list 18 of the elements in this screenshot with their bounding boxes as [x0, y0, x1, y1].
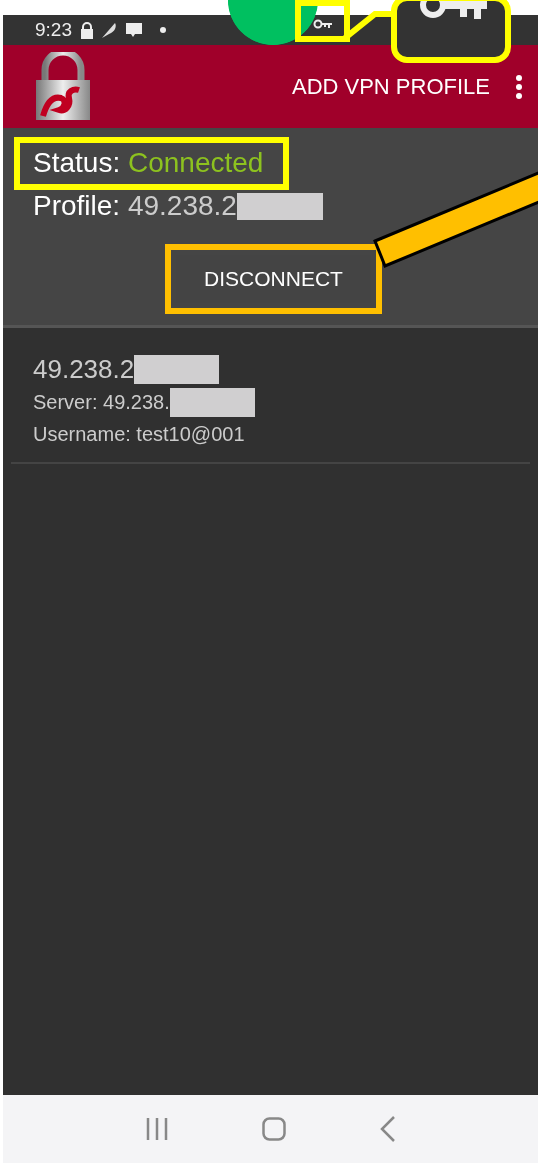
clock-time: 9:23 — [35, 19, 72, 41]
dot-icon — [160, 27, 166, 33]
profile-name: 49.238.2 — [33, 353, 135, 386]
feather-icon — [100, 21, 118, 39]
back-icon[interactable] — [380, 1116, 397, 1142]
padlock-logo — [33, 51, 93, 122]
home-icon[interactable] — [262, 1117, 287, 1141]
chat-bubble-icon — [124, 22, 144, 38]
username-text: Username: test10@001 — [33, 422, 246, 447]
add-profile-button[interactable]: ADD VPN PROFILE — [291, 73, 490, 100]
menu-icon[interactable] — [516, 74, 522, 99]
lock-icon — [80, 21, 94, 39]
server-text: Server: 49.238. — [33, 390, 170, 415]
key-icon — [312, 19, 333, 29]
profile-text: Profile: 49.238.2 — [33, 190, 237, 222]
profile-item[interactable]: 49.238.2 Server: 49.238. Username: test10@001 — [11, 328, 530, 464]
status-text: Status: Connected — [33, 147, 264, 178]
recent-apps-icon[interactable] — [144, 1117, 169, 1141]
